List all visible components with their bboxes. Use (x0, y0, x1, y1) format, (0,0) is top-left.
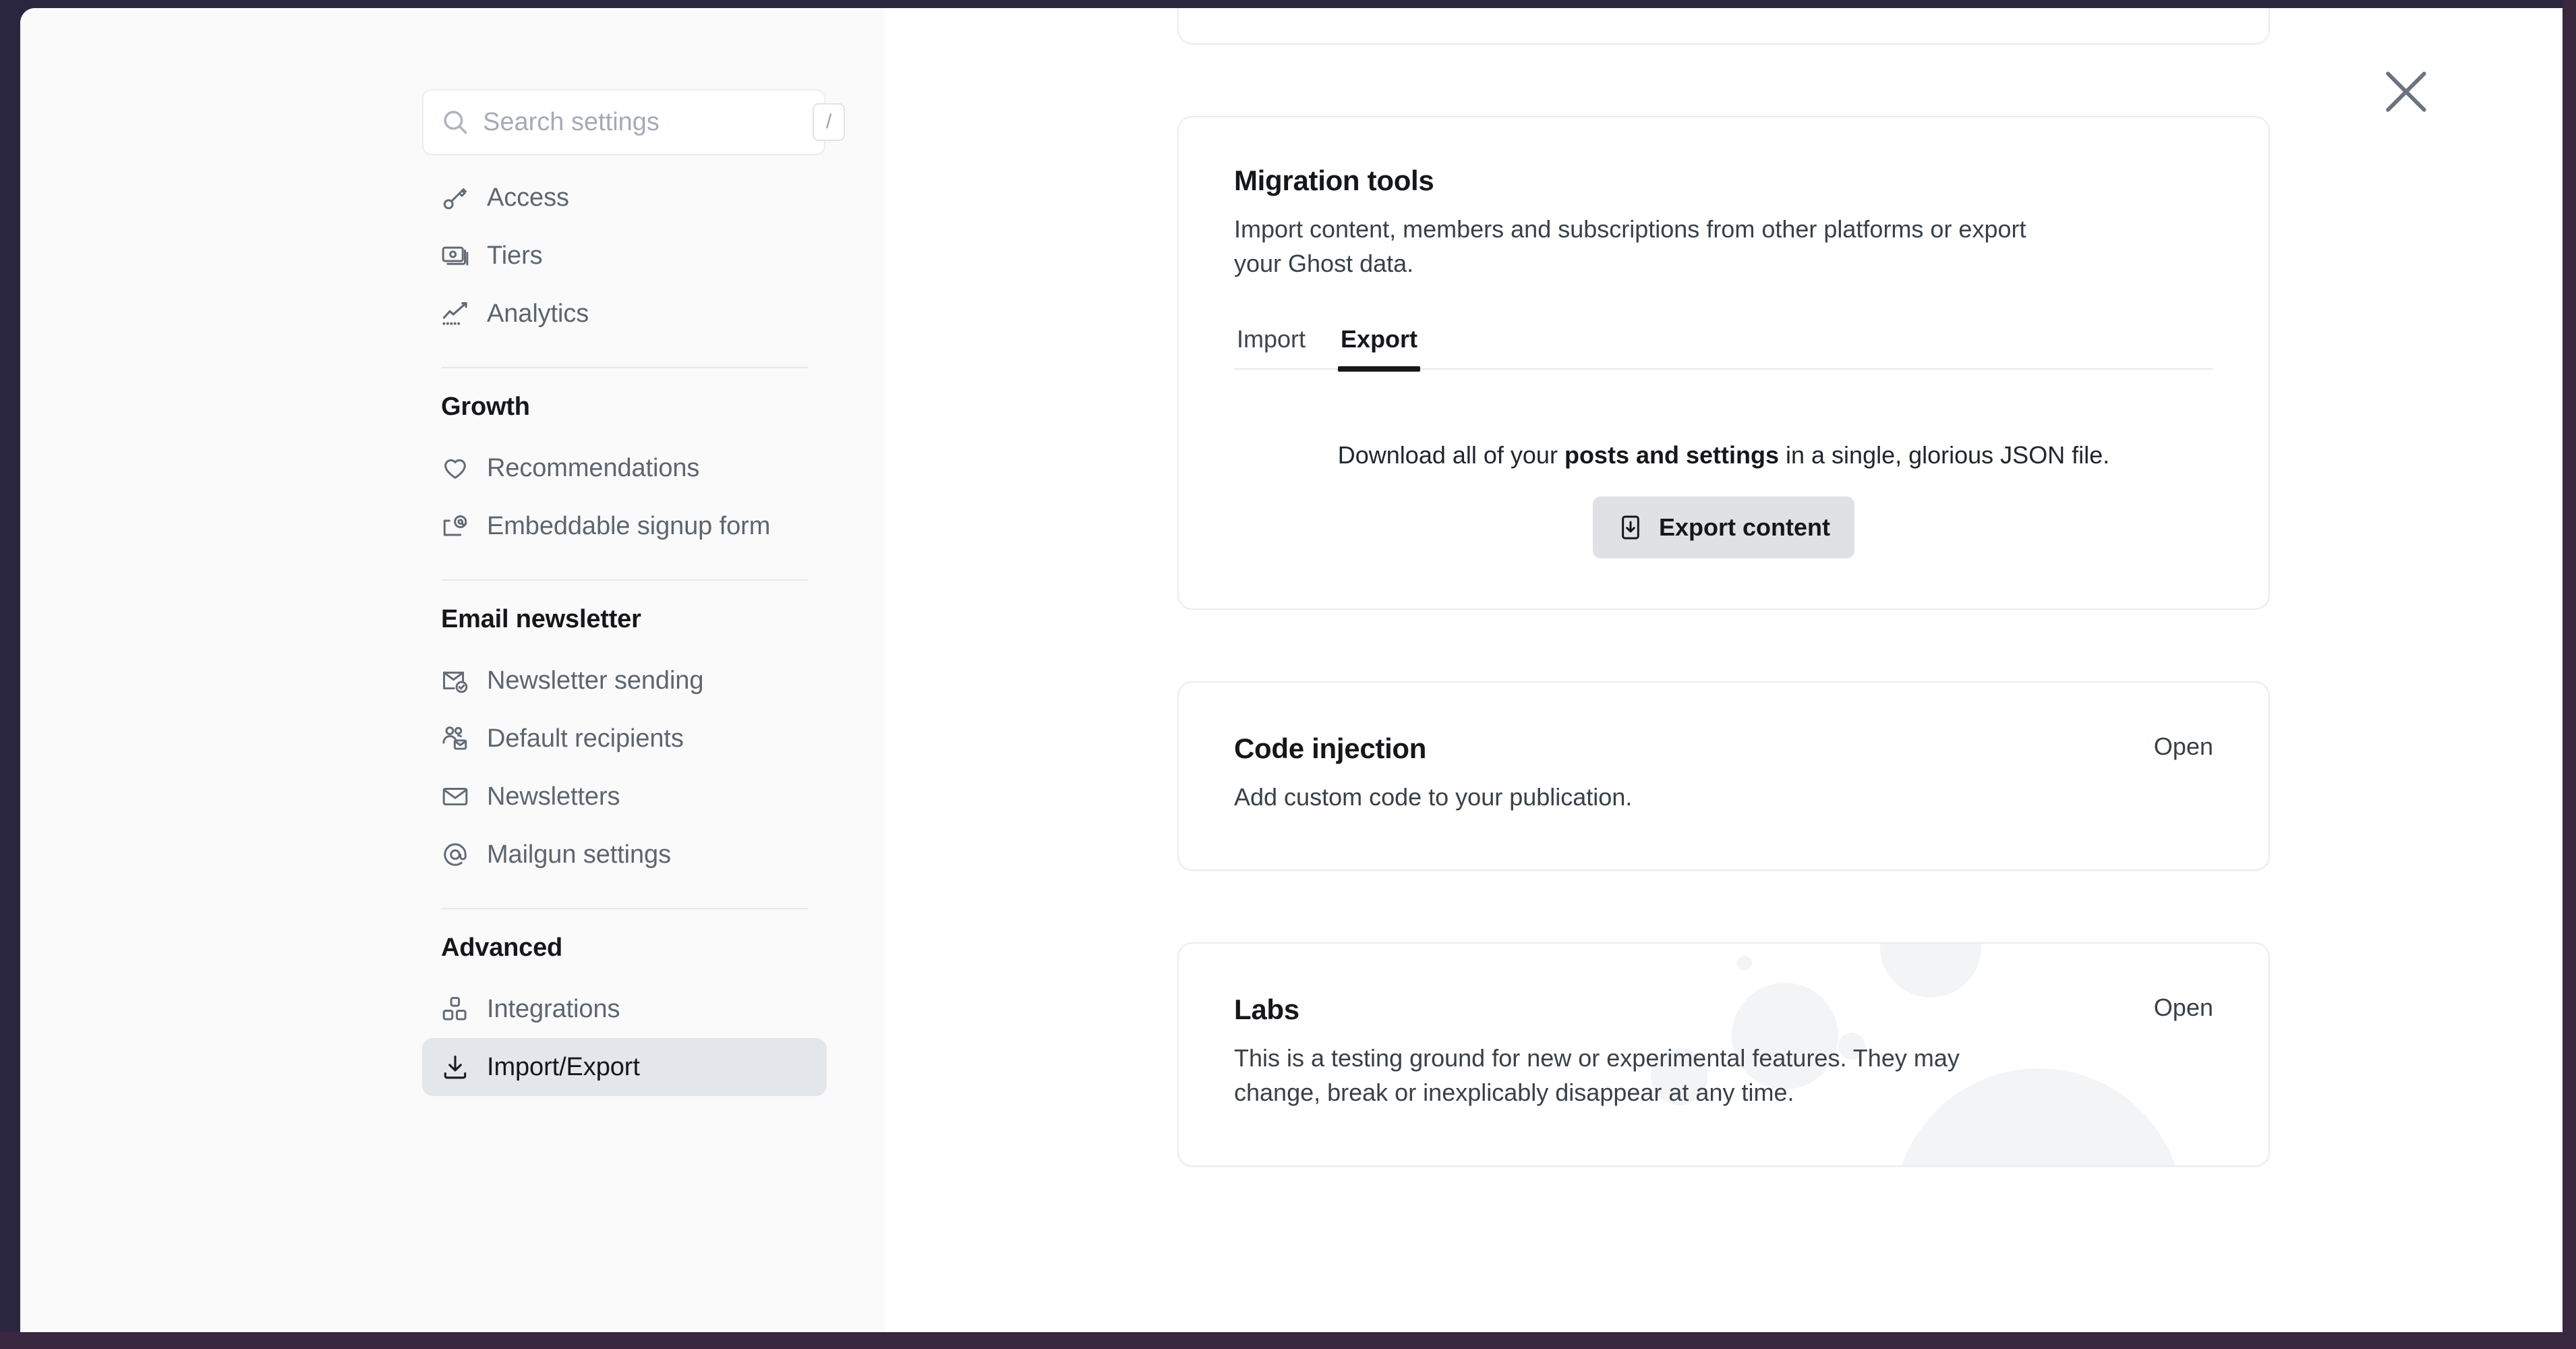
sidebar-item-label: Default recipients (487, 724, 684, 753)
sidebar-item-label: Access (487, 183, 569, 212)
export-text-after: in a single, glorious JSON file. (1779, 441, 2109, 469)
file-download-icon (1617, 514, 1644, 541)
sidebar-item-label: Newsletters (487, 782, 620, 811)
heart-icon (441, 454, 469, 482)
search-settings-box[interactable]: / (422, 89, 825, 155)
at-circle-icon (441, 840, 469, 869)
nav-group-growth: Growth Recommendations (422, 393, 827, 555)
integrations-card: Launch your member referral program Pint… (1177, 8, 2270, 45)
window-top-edge (0, 0, 2576, 8)
sidebar-item-analytics[interactable]: Analytics (422, 285, 827, 343)
card-description: Import content, members and subscription… (1234, 212, 2030, 281)
migration-tabs: Import Export (1234, 325, 2213, 370)
nav-divider (441, 367, 808, 368)
main-scroll-content: Launch your member referral program Pint… (885, 8, 2563, 1238)
sidebar-item-recommendations[interactable]: Recommendations (422, 439, 827, 497)
sidebar-item-label: Tiers (487, 241, 543, 270)
settings-main-panel: Launch your member referral program Pint… (885, 8, 2563, 1332)
card-title: Code injection (1234, 733, 1426, 765)
search-input[interactable] (483, 108, 813, 137)
nav-group-title: Email newsletter (422, 605, 827, 634)
integration-description: Advanced image editing (1301, 8, 1546, 9)
nav-group-title: Advanced (422, 934, 827, 963)
users-mail-icon (441, 724, 469, 753)
sidebar-item-label: Newsletter sending (487, 666, 703, 695)
line-chart-icon (441, 299, 469, 328)
key-icon (441, 183, 469, 212)
sidebar-item-newsletters[interactable]: Newsletters (422, 768, 827, 826)
export-text-before: Download all of your (1338, 441, 1564, 469)
sidebar-item-label: Mailgun settings (487, 840, 671, 869)
settings-sidebar: / (20, 8, 885, 1332)
settings-modal: / (20, 8, 2563, 1332)
sidebar-item-label: Recommendations (487, 454, 699, 483)
sidebar-item-label: Integrations (487, 995, 620, 1024)
migration-tools-card: Migration tools Import content, members … (1177, 116, 2270, 610)
close-icon[interactable] (2375, 61, 2437, 123)
sidebar-item-mailgun-settings[interactable]: Mailgun settings (422, 826, 827, 884)
sidebar-nav: Access Tiers (422, 169, 827, 1096)
nav-group-advanced: Advanced Integrations (422, 934, 827, 1096)
tab-import[interactable]: Import (1234, 325, 1308, 368)
sidebar-item-import-export[interactable]: Import/Export (422, 1038, 827, 1096)
sidebar-item-label: Analytics (487, 299, 589, 328)
sidebar-item-integrations[interactable]: Integrations (422, 980, 827, 1038)
envelope-icon (441, 782, 469, 811)
card-header: Code injection Open (1234, 733, 2213, 765)
embed-at-icon (441, 512, 469, 540)
card-description: Add custom code to your publication. (1234, 780, 1983, 814)
sidebar-item-embeddable-signup-form[interactable]: Embeddable signup form (422, 497, 827, 555)
app-window-frame: / (0, 0, 2576, 1349)
tab-export[interactable]: Export (1338, 325, 1420, 368)
export-pane: Download all of your posts and settings … (1234, 441, 2213, 558)
sidebar-item-tiers[interactable]: Tiers (422, 227, 827, 285)
blocks-icon (441, 995, 469, 1023)
export-content-button[interactable]: Export content (1593, 496, 1854, 558)
search-icon (441, 108, 469, 136)
window-bottom-edge (0, 1332, 2576, 1349)
nav-divider (441, 579, 808, 581)
nav-divider (441, 908, 808, 909)
sidebar-item-label: Embeddable signup form (487, 512, 770, 541)
window-right-edge (2563, 0, 2576, 1349)
sidebar-item-default-recipients[interactable]: Default recipients (422, 710, 827, 768)
export-description: Download all of your posts and settings … (1338, 441, 2109, 469)
card-header: Labs Open (1234, 994, 2213, 1026)
download-tray-icon (441, 1053, 469, 1081)
open-code-injection-link[interactable]: Open (2154, 733, 2213, 761)
sidebar-item-newsletter-sending[interactable]: Newsletter sending (422, 652, 827, 710)
window-left-edge (0, 0, 20, 1349)
sidebar-item-access[interactable]: Access (422, 169, 827, 227)
nav-group-primary: Access Tiers (422, 169, 827, 343)
export-content-button-label: Export content (1659, 513, 1830, 542)
card-title: Migration tools (1234, 165, 2213, 197)
nav-group-title: Growth (422, 393, 827, 422)
sidebar-item-label: Import/Export (487, 1053, 640, 1082)
open-labs-link[interactable]: Open (2154, 994, 2213, 1022)
nav-group-email-newsletter: Email newsletter (422, 605, 827, 884)
card-title: Labs (1234, 994, 1299, 1026)
search-shortcut-badge: / (813, 103, 845, 141)
card-description: This is a testing ground for new or expe… (1234, 1041, 1983, 1110)
money-card-icon (441, 241, 469, 270)
integration-texts: Pintura Advanced image editing (1301, 8, 1546, 9)
code-injection-card: Code injection Open Add custom code to y… (1177, 681, 2270, 871)
integration-row[interactable]: Pintura Advanced image editing (1226, 8, 2221, 43)
export-text-bold: posts and settings (1564, 441, 1779, 469)
labs-card: Labs Open This is a testing ground for n… (1177, 942, 2270, 1166)
envelope-check-icon (441, 666, 469, 695)
